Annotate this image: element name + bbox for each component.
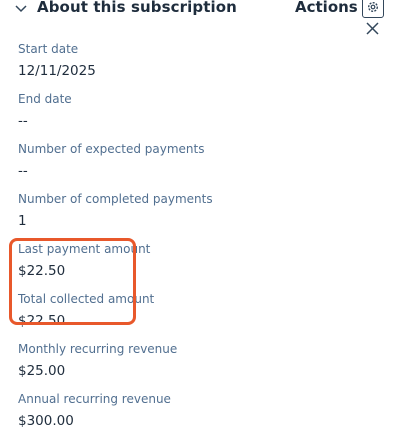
field-completed-payments: Number of completed payments 1	[18, 192, 378, 242]
actions-dropdown-button[interactable]: Actions	[295, 0, 371, 16]
close-icon[interactable]	[364, 20, 380, 36]
field-label: Annual recurring revenue	[18, 392, 171, 406]
field-expected-payments: Number of expected payments --	[18, 142, 378, 192]
field-last-payment-amount: Last payment amount $22.50	[18, 242, 378, 292]
field-value[interactable]: 12/11/2025	[18, 63, 96, 79]
field-label: Number of expected payments	[18, 142, 205, 156]
section-title[interactable]: About this subscription	[37, 0, 237, 16]
chevron-down-icon[interactable]	[12, 0, 30, 18]
field-value[interactable]: $300.00	[18, 413, 74, 429]
field-label: Last payment amount	[18, 242, 151, 256]
field-value[interactable]: --	[18, 113, 28, 129]
field-label: Total collected amount	[18, 292, 155, 306]
field-value[interactable]: 1	[18, 213, 27, 229]
field-annual-recurring-revenue: Annual recurring revenue $300.00	[18, 392, 378, 442]
subscription-fields: Start date 12/11/2025 End date -- Number…	[18, 42, 378, 442]
field-label: Monthly recurring revenue	[18, 342, 178, 356]
field-value[interactable]: $22.50	[18, 313, 65, 329]
field-total-collected-amount: Total collected amount $22.50	[18, 292, 378, 342]
field-monthly-recurring-revenue: Monthly recurring revenue $25.00	[18, 342, 378, 392]
field-value[interactable]: $25.00	[18, 363, 65, 379]
field-label: Start date	[18, 42, 79, 56]
field-label: End date	[18, 92, 72, 106]
field-value[interactable]: --	[18, 163, 28, 179]
actions-label: Actions	[295, 0, 358, 16]
field-value[interactable]: $22.50	[18, 263, 65, 279]
gear-icon[interactable]	[362, 0, 384, 18]
field-start-date: Start date 12/11/2025	[18, 42, 378, 92]
field-end-date: End date --	[18, 92, 378, 142]
field-label: Number of completed payments	[18, 192, 213, 206]
subscription-section-header: About this subscription Actions	[0, 0, 400, 40]
